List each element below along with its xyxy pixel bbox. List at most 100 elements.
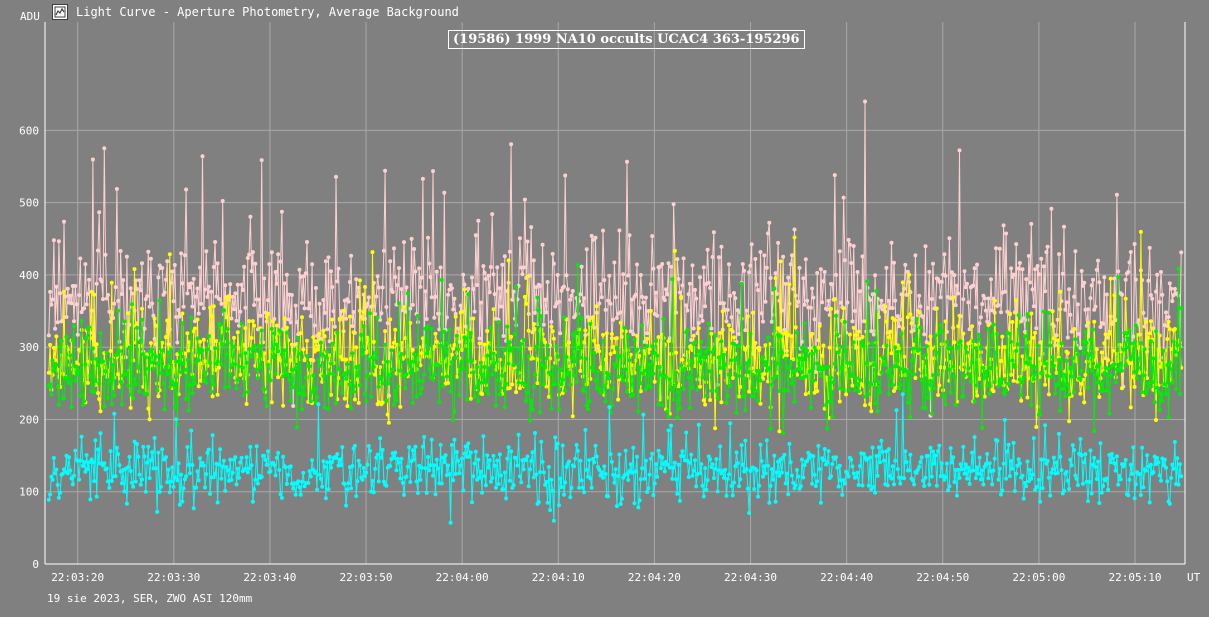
data-point <box>946 345 951 350</box>
data-point <box>698 275 702 280</box>
data-point <box>725 476 730 481</box>
data-point <box>798 484 803 489</box>
data-point <box>609 459 614 464</box>
data-point <box>397 460 401 465</box>
data-point <box>583 356 588 361</box>
data-point <box>117 349 122 354</box>
data-point <box>329 465 333 470</box>
data-point <box>471 474 476 479</box>
data-point <box>1031 304 1036 309</box>
data-point <box>1011 440 1016 445</box>
data-point <box>488 479 493 484</box>
data-point <box>1141 485 1146 490</box>
data-point <box>460 456 464 461</box>
data-point <box>116 308 121 313</box>
data-point <box>956 324 961 329</box>
data-point <box>264 404 269 409</box>
data-point <box>554 344 559 349</box>
data-point <box>1082 460 1087 465</box>
data-point <box>1059 468 1064 473</box>
data-point <box>557 503 561 508</box>
data-point <box>858 378 862 383</box>
data-point <box>147 476 152 481</box>
data-point <box>54 334 59 339</box>
data-point <box>927 269 932 274</box>
data-point <box>864 361 869 366</box>
data-point <box>909 358 914 363</box>
data-point <box>330 460 335 464</box>
data-point <box>507 340 512 345</box>
data-point <box>614 346 619 350</box>
data-point <box>938 365 943 370</box>
data-point <box>237 475 241 480</box>
data-point <box>621 272 626 277</box>
data-point <box>1171 339 1176 344</box>
data-point <box>569 485 574 490</box>
data-point <box>1146 381 1151 386</box>
data-point <box>515 463 520 468</box>
data-point <box>681 454 686 459</box>
data-point <box>242 264 247 269</box>
data-point <box>471 370 476 375</box>
data-point <box>826 298 831 303</box>
data-point <box>373 350 378 355</box>
data-point <box>966 366 971 371</box>
data-point <box>786 333 791 337</box>
data-point <box>589 233 594 238</box>
data-point <box>763 343 768 348</box>
data-point <box>259 474 264 479</box>
data-point <box>805 459 810 463</box>
data-point <box>340 391 345 395</box>
data-point <box>468 450 473 455</box>
data-point <box>978 477 983 482</box>
data-point <box>230 470 235 475</box>
data-point <box>128 405 133 410</box>
data-point <box>447 327 452 332</box>
data-point <box>112 411 117 416</box>
x-tick-label: 22:04:40 <box>820 571 873 584</box>
data-point <box>321 328 326 333</box>
data-point <box>837 249 842 254</box>
data-point <box>316 357 321 362</box>
data-point <box>113 474 118 479</box>
data-point <box>434 457 439 462</box>
data-point <box>148 341 153 345</box>
data-point <box>960 467 964 472</box>
data-point <box>757 348 762 352</box>
data-point <box>254 444 259 449</box>
data-point <box>1172 440 1177 444</box>
data-point <box>651 493 656 498</box>
data-point <box>669 264 673 269</box>
data-point <box>273 473 278 478</box>
data-point <box>1127 260 1132 265</box>
data-point <box>443 453 448 458</box>
data-point <box>373 466 378 471</box>
data-point <box>759 311 764 316</box>
data-point <box>196 358 201 363</box>
data-point <box>360 352 365 357</box>
data-point <box>109 402 114 407</box>
data-point <box>1045 244 1050 249</box>
data-point <box>767 366 772 370</box>
data-point <box>740 462 745 467</box>
data-point <box>870 445 875 450</box>
data-point <box>398 368 403 373</box>
data-point <box>130 480 134 485</box>
data-point <box>645 344 650 349</box>
data-point <box>138 338 143 343</box>
data-point <box>910 478 915 483</box>
data-point <box>434 269 439 274</box>
data-point <box>135 321 139 326</box>
data-point <box>701 398 706 403</box>
y-tick-label: 100 <box>19 486 39 499</box>
data-point <box>187 471 192 476</box>
data-point <box>229 316 234 321</box>
data-point <box>947 236 952 241</box>
data-point <box>558 331 563 336</box>
data-point <box>987 391 992 396</box>
data-point <box>412 247 417 251</box>
data-point <box>146 366 151 371</box>
data-point <box>393 327 398 332</box>
data-point <box>116 452 121 457</box>
data-point <box>810 351 815 356</box>
